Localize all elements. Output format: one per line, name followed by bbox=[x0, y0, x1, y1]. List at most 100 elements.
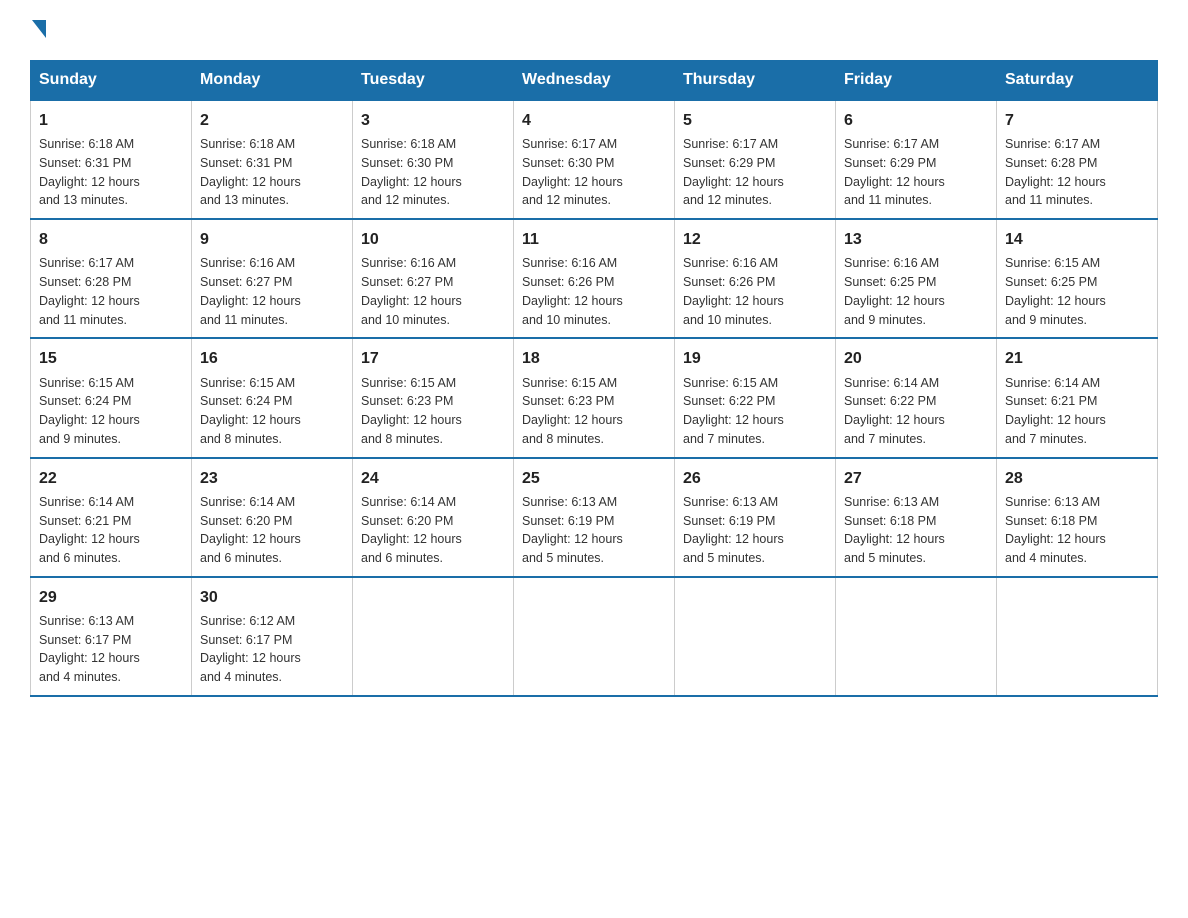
day-number: 23 bbox=[200, 467, 344, 490]
day-info: Sunrise: 6:14 AMSunset: 6:22 PMDaylight:… bbox=[844, 374, 988, 449]
day-number: 1 bbox=[39, 109, 183, 132]
day-number: 3 bbox=[361, 109, 505, 132]
day-number: 22 bbox=[39, 467, 183, 490]
week-row-2: 8Sunrise: 6:17 AMSunset: 6:28 PMDaylight… bbox=[31, 219, 1158, 338]
week-row-1: 1 Sunrise: 6:18 AMSunset: 6:31 PMDaylight… bbox=[31, 100, 1158, 219]
logo-triangle-icon bbox=[32, 20, 46, 38]
calendar-cell: 3 Sunrise: 6:18 AMSunset: 6:30 PMDaylight… bbox=[353, 100, 514, 219]
calendar-cell: 25 Sunrise: 6:13 AMSunset: 6:19 PMDayligh… bbox=[514, 458, 675, 577]
calendar-cell: 11Sunrise: 6:16 AMSunset: 6:26 PMDayligh… bbox=[514, 219, 675, 338]
day-info: Sunrise: 6:16 AMSunset: 6:27 PMDaylight:… bbox=[200, 254, 344, 329]
day-info: Sunrise: 6:18 AMSunset: 6:31 PMDaylight:… bbox=[200, 135, 344, 210]
day-info: Sunrise: 6:17 AMSunset: 6:28 PMDaylight:… bbox=[39, 254, 183, 329]
day-info: Sunrise: 6:15 AMSunset: 6:23 PMDaylight:… bbox=[522, 374, 666, 449]
day-number: 21 bbox=[1005, 347, 1149, 370]
day-info: Sunrise: 6:16 AMSunset: 6:26 PMDaylight:… bbox=[522, 254, 666, 329]
day-number: 7 bbox=[1005, 109, 1149, 132]
logo bbox=[30, 20, 46, 40]
day-info: Sunrise: 6:17 AMSunset: 6:29 PMDaylight:… bbox=[683, 135, 827, 210]
calendar-cell: 5 Sunrise: 6:17 AMSunset: 6:29 PMDaylight… bbox=[675, 100, 836, 219]
logo-area bbox=[30, 20, 46, 40]
day-info: Sunrise: 6:14 AMSunset: 6:20 PMDaylight:… bbox=[361, 493, 505, 568]
calendar-cell: 7 Sunrise: 6:17 AMSunset: 6:28 PMDaylight… bbox=[997, 100, 1158, 219]
calendar-cell: 24 Sunrise: 6:14 AMSunset: 6:20 PMDayligh… bbox=[353, 458, 514, 577]
day-number: 20 bbox=[844, 347, 988, 370]
day-number: 2 bbox=[200, 109, 344, 132]
week-row-4: 22 Sunrise: 6:14 AMSunset: 6:21 PMDayligh… bbox=[31, 458, 1158, 577]
day-number: 17 bbox=[361, 347, 505, 370]
day-info: Sunrise: 6:17 AMSunset: 6:29 PMDaylight:… bbox=[844, 135, 988, 210]
calendar-cell bbox=[353, 577, 514, 696]
calendar-cell bbox=[836, 577, 997, 696]
day-number: 10 bbox=[361, 228, 505, 251]
calendar-cell: 1 Sunrise: 6:18 AMSunset: 6:31 PMDaylight… bbox=[31, 100, 192, 219]
day-info: Sunrise: 6:13 AMSunset: 6:17 PMDaylight:… bbox=[39, 612, 183, 687]
calendar-cell: 9 Sunrise: 6:16 AMSunset: 6:27 PMDaylight… bbox=[192, 219, 353, 338]
day-number: 4 bbox=[522, 109, 666, 132]
calendar-cell: 17 Sunrise: 6:15 AMSunset: 6:23 PMDayligh… bbox=[353, 338, 514, 457]
day-info: Sunrise: 6:13 AMSunset: 6:19 PMDaylight:… bbox=[683, 493, 827, 568]
calendar-cell: 16 Sunrise: 6:15 AMSunset: 6:24 PMDayligh… bbox=[192, 338, 353, 457]
calendar-cell: 15Sunrise: 6:15 AMSunset: 6:24 PMDayligh… bbox=[31, 338, 192, 457]
day-number: 5 bbox=[683, 109, 827, 132]
day-info: Sunrise: 6:16 AMSunset: 6:27 PMDaylight:… bbox=[361, 254, 505, 329]
header-sunday: Sunday bbox=[31, 61, 192, 101]
day-info: Sunrise: 6:18 AMSunset: 6:31 PMDaylight:… bbox=[39, 135, 183, 210]
day-info: Sunrise: 6:17 AMSunset: 6:28 PMDaylight:… bbox=[1005, 135, 1149, 210]
day-number: 6 bbox=[844, 109, 988, 132]
day-number: 25 bbox=[522, 467, 666, 490]
calendar-cell: 2 Sunrise: 6:18 AMSunset: 6:31 PMDaylight… bbox=[192, 100, 353, 219]
calendar-cell: 6 Sunrise: 6:17 AMSunset: 6:29 PMDaylight… bbox=[836, 100, 997, 219]
day-number: 14 bbox=[1005, 228, 1149, 251]
day-info: Sunrise: 6:18 AMSunset: 6:30 PMDaylight:… bbox=[361, 135, 505, 210]
calendar-cell: 14Sunrise: 6:15 AMSunset: 6:25 PMDayligh… bbox=[997, 219, 1158, 338]
header-thursday: Thursday bbox=[675, 61, 836, 101]
week-row-5: 29 Sunrise: 6:13 AMSunset: 6:17 PMDayligh… bbox=[31, 577, 1158, 696]
day-info: Sunrise: 6:13 AMSunset: 6:18 PMDaylight:… bbox=[1005, 493, 1149, 568]
calendar-cell: 26 Sunrise: 6:13 AMSunset: 6:19 PMDayligh… bbox=[675, 458, 836, 577]
day-number: 9 bbox=[200, 228, 344, 251]
day-info: Sunrise: 6:17 AMSunset: 6:30 PMDaylight:… bbox=[522, 135, 666, 210]
day-info: Sunrise: 6:12 AMSunset: 6:17 PMDaylight:… bbox=[200, 612, 344, 687]
day-info: Sunrise: 6:16 AMSunset: 6:26 PMDaylight:… bbox=[683, 254, 827, 329]
calendar-cell: 27 Sunrise: 6:13 AMSunset: 6:18 PMDayligh… bbox=[836, 458, 997, 577]
calendar-cell: 18 Sunrise: 6:15 AMSunset: 6:23 PMDayligh… bbox=[514, 338, 675, 457]
day-number: 24 bbox=[361, 467, 505, 490]
calendar-cell: 29 Sunrise: 6:13 AMSunset: 6:17 PMDayligh… bbox=[31, 577, 192, 696]
calendar-header-row: SundayMondayTuesdayWednesdayThursdayFrid… bbox=[31, 61, 1158, 101]
calendar-cell: 12 Sunrise: 6:16 AMSunset: 6:26 PMDayligh… bbox=[675, 219, 836, 338]
day-info: Sunrise: 6:13 AMSunset: 6:19 PMDaylight:… bbox=[522, 493, 666, 568]
calendar-cell: 13Sunrise: 6:16 AMSunset: 6:25 PMDayligh… bbox=[836, 219, 997, 338]
header-friday: Friday bbox=[836, 61, 997, 101]
day-info: Sunrise: 6:16 AMSunset: 6:25 PMDaylight:… bbox=[844, 254, 988, 329]
day-number: 28 bbox=[1005, 467, 1149, 490]
header-wednesday: Wednesday bbox=[514, 61, 675, 101]
header-saturday: Saturday bbox=[997, 61, 1158, 101]
day-number: 19 bbox=[683, 347, 827, 370]
calendar-cell: 28 Sunrise: 6:13 AMSunset: 6:18 PMDayligh… bbox=[997, 458, 1158, 577]
week-row-3: 15 Sunrise: 6:15 AMSunset: 6:24 PMDayligh… bbox=[31, 338, 1158, 457]
day-info: Sunrise: 6:15 AMSunset: 6:23 PMDaylight:… bbox=[361, 374, 505, 449]
day-number: 15 bbox=[39, 347, 183, 370]
day-number: 27 bbox=[844, 467, 988, 490]
calendar-cell: 30 Sunrise: 6:12 AMSunset: 6:17 PMDayligh… bbox=[192, 577, 353, 696]
calendar-cell: 20 Sunrise: 6:14 AMSunset: 6:22 PMDayligh… bbox=[836, 338, 997, 457]
day-number: 26 bbox=[683, 467, 827, 490]
day-info: Sunrise: 6:15 AMSunset: 6:22 PMDaylight:… bbox=[683, 374, 827, 449]
day-info: Sunrise: 6:14 AMSunset: 6:20 PMDaylight:… bbox=[200, 493, 344, 568]
day-info: Sunrise: 6:14 AMSunset: 6:21 PMDaylight:… bbox=[39, 493, 183, 568]
calendar-cell: 21 Sunrise: 6:14 AMSunset: 6:21 PMDayligh… bbox=[997, 338, 1158, 457]
day-number: 18 bbox=[522, 347, 666, 370]
day-number: 12 bbox=[683, 228, 827, 251]
day-number: 30 bbox=[200, 586, 344, 609]
day-info: Sunrise: 6:14 AMSunset: 6:21 PMDaylight:… bbox=[1005, 374, 1149, 449]
calendar-cell: 4 Sunrise: 6:17 AMSunset: 6:30 PMDaylight… bbox=[514, 100, 675, 219]
calendar-cell: 22 Sunrise: 6:14 AMSunset: 6:21 PMDayligh… bbox=[31, 458, 192, 577]
calendar-cell: 23 Sunrise: 6:14 AMSunset: 6:20 PMDayligh… bbox=[192, 458, 353, 577]
day-info: Sunrise: 6:13 AMSunset: 6:18 PMDaylight:… bbox=[844, 493, 988, 568]
calendar-cell bbox=[675, 577, 836, 696]
day-info: Sunrise: 6:15 AMSunset: 6:24 PMDaylight:… bbox=[200, 374, 344, 449]
day-number: 29 bbox=[39, 586, 183, 609]
calendar-cell: 10 Sunrise: 6:16 AMSunset: 6:27 PMDayligh… bbox=[353, 219, 514, 338]
day-number: 16 bbox=[200, 347, 344, 370]
